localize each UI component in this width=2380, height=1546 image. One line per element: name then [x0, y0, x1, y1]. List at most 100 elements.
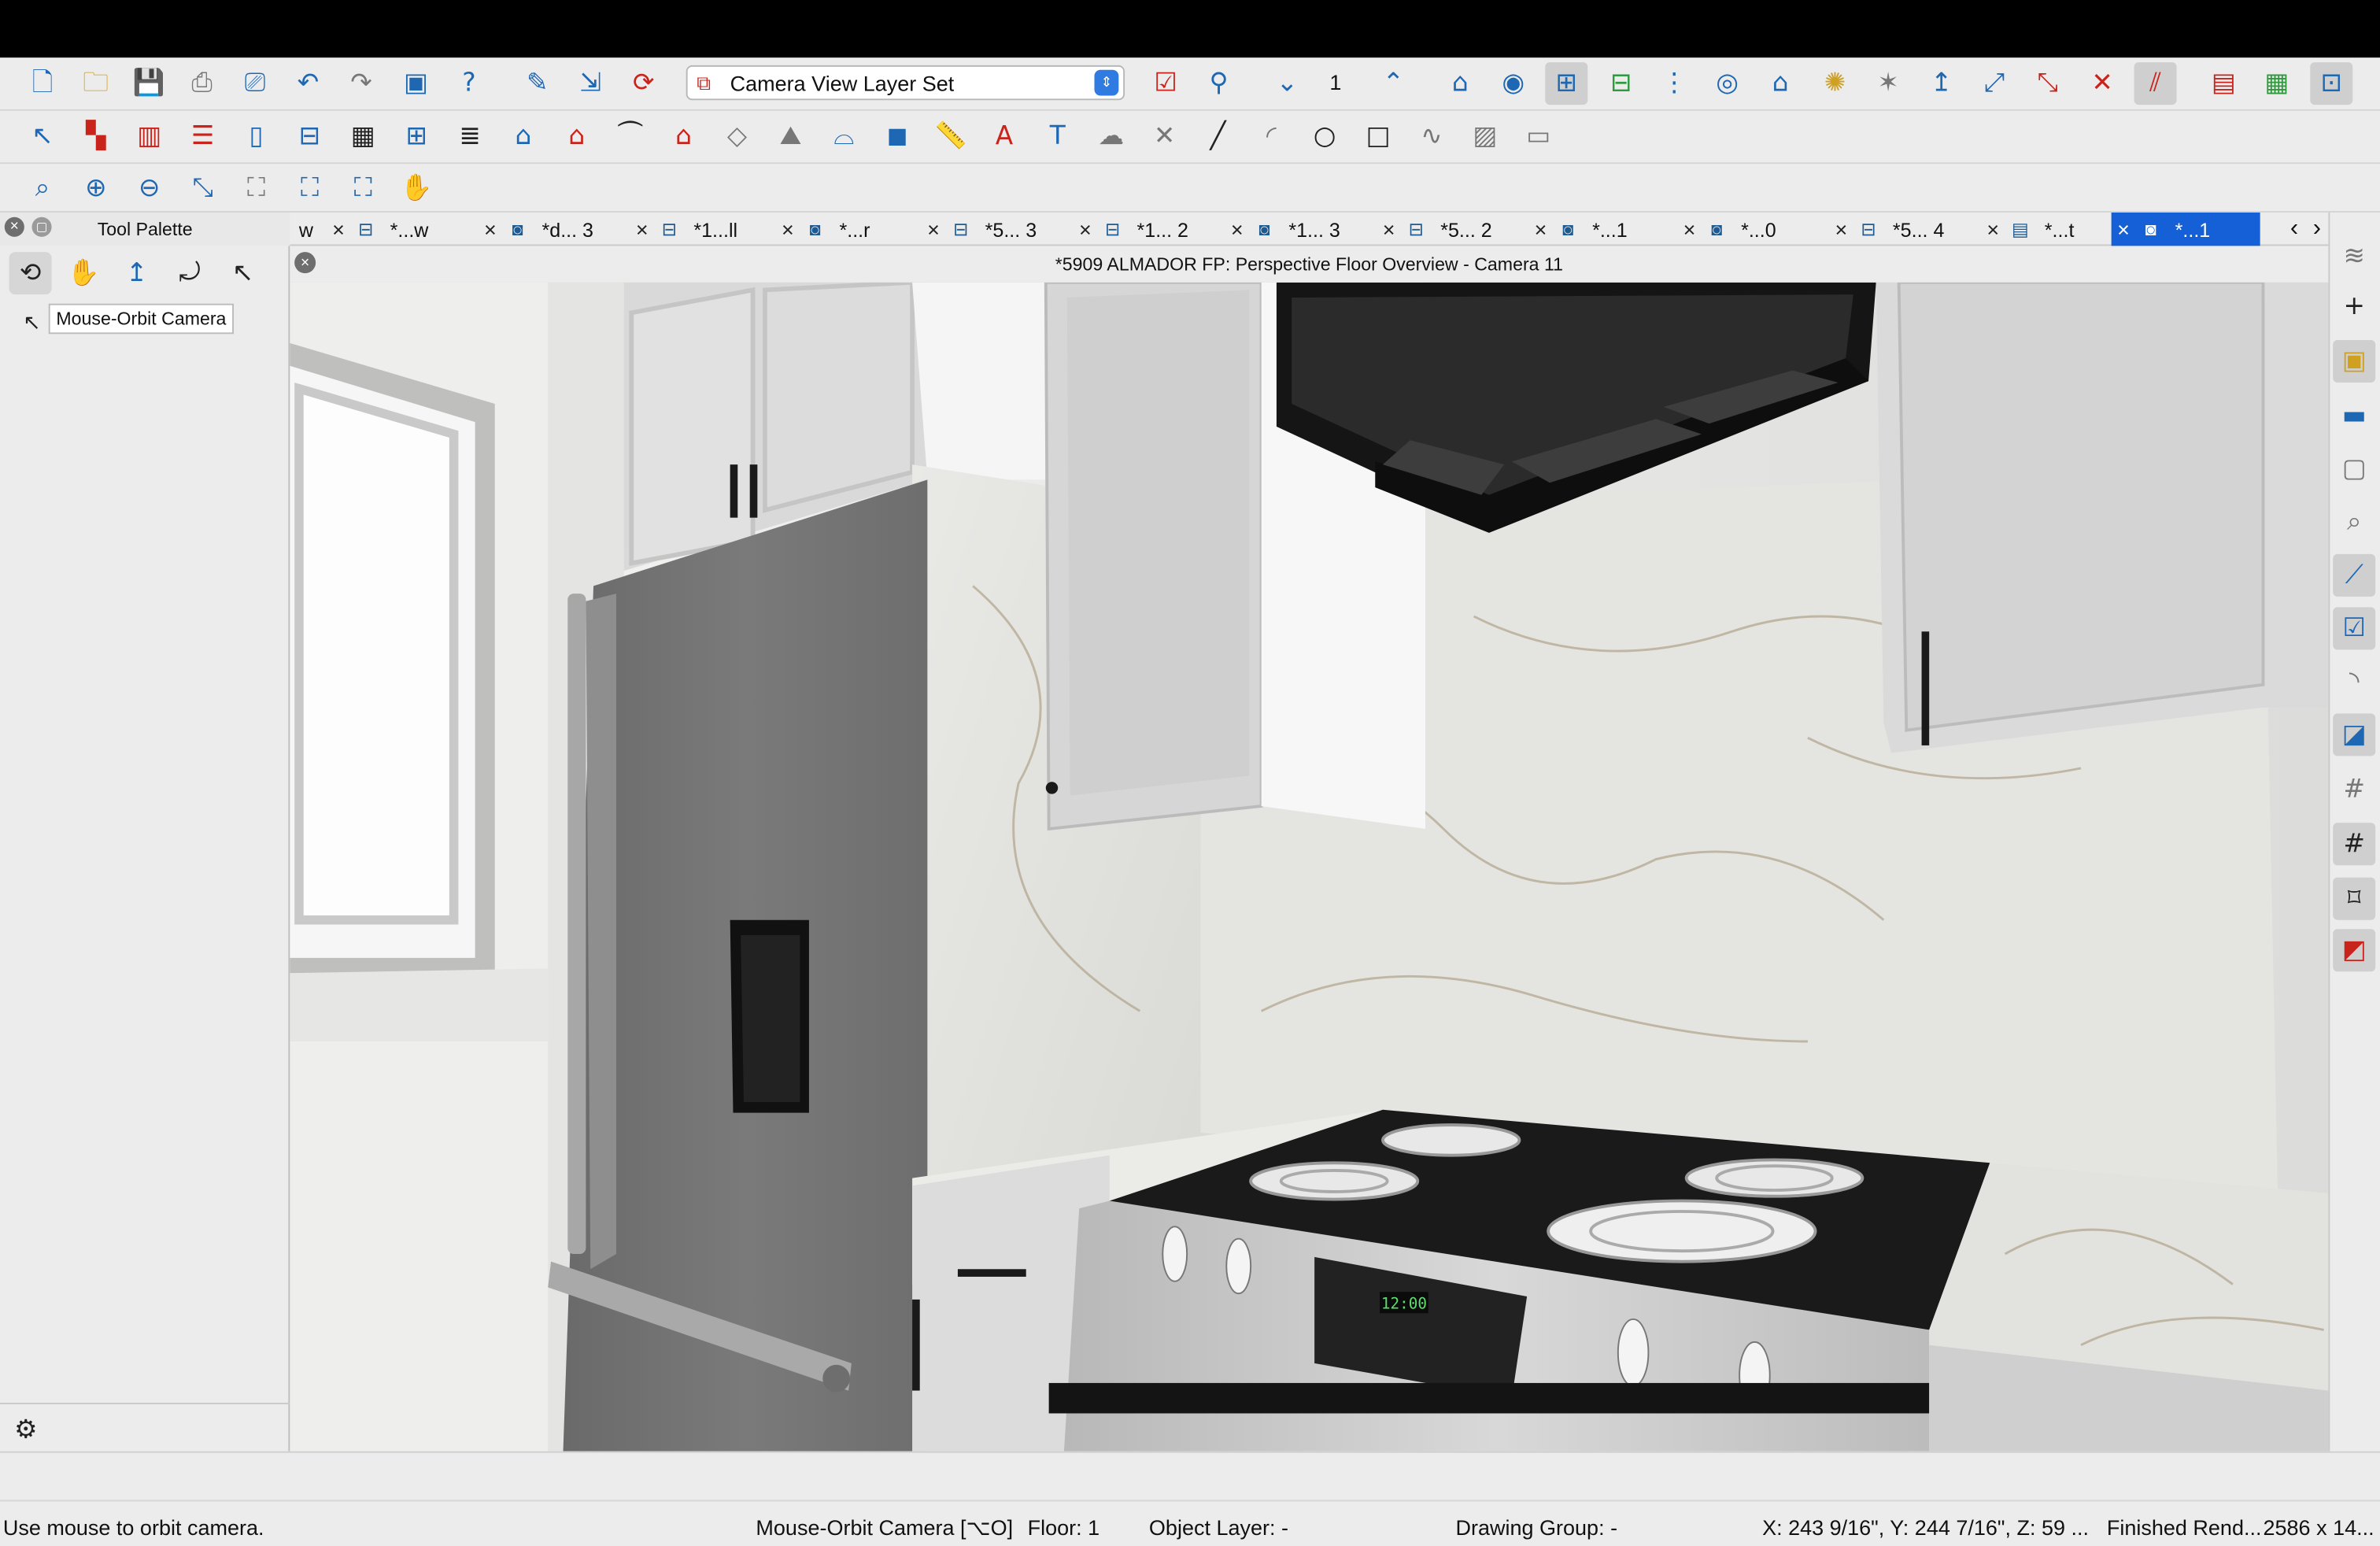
print-icon[interactable]: ⎙	[180, 62, 223, 105]
view-tab[interactable]: × ◙ *...r	[775, 213, 921, 246]
layers-icon[interactable]: ≋	[2333, 235, 2375, 278]
arc-check-icon[interactable]: ◝	[2333, 660, 2375, 703]
view-tab[interactable]: × ◙ *...1	[1528, 213, 1677, 246]
gable-icon[interactable]: ⏜	[609, 116, 652, 158]
stairs-icon[interactable]: ☰	[182, 116, 224, 158]
tab-close-icon[interactable]: ×	[1073, 217, 1097, 242]
save-icon[interactable]: 💾	[128, 62, 170, 105]
fill-window-icon[interactable]: ⛶	[235, 167, 278, 209]
rotate-camera-icon[interactable]: ↖	[222, 252, 264, 294]
edit-camera-icon[interactable]: ⤢	[1973, 62, 2016, 105]
mouse-orbit-camera-icon[interactable]: ⟲	[9, 252, 52, 294]
tab-close-icon[interactable]: ×	[1677, 217, 1702, 242]
layer-display-icon[interactable]: ☑	[1144, 62, 1187, 105]
tab-close-icon[interactable]: ×	[478, 217, 502, 242]
zoom-out-icon[interactable]: ⊖	[128, 167, 171, 209]
tab-close-icon[interactable]: ×	[922, 217, 946, 242]
select-objects-icon[interactable]: ⚲	[1198, 62, 1240, 105]
tab-close-icon[interactable]: ×	[327, 217, 351, 242]
full-overview-icon[interactable]: ⌂	[1759, 62, 1802, 105]
undo-zoom-icon[interactable]: ⤡	[182, 167, 224, 209]
layout-icon[interactable]: ▣	[394, 62, 437, 105]
walkthrough-icon[interactable]: ⋮	[1653, 62, 1695, 105]
floor-plan-icon[interactable]: ⌂	[1439, 62, 1481, 105]
dimension-icon[interactable]: 📏	[929, 116, 972, 158]
view-tab[interactable]: × ⊟ *1... 2	[1073, 213, 1225, 246]
view-tab[interactable]: × ◙ *1... 3	[1225, 213, 1377, 246]
tab-close-icon[interactable]: ×	[1981, 217, 2005, 242]
grid-icon[interactable]: #	[2333, 768, 2375, 811]
grid-check-icon[interactable]: #	[2333, 823, 2376, 866]
cabinet-icon[interactable]: ▦	[342, 116, 384, 158]
elevation-icon[interactable]: ⊟	[1600, 62, 1643, 105]
palette-close-icon[interactable]: ×	[4, 216, 24, 237]
slab-icon[interactable]: ◇	[716, 116, 759, 158]
view-tab[interactable]: × ⊟ *5... 4	[1829, 213, 1981, 246]
fixture-icon[interactable]: ⊞	[395, 116, 438, 158]
window-icon[interactable]: ⊟	[288, 116, 331, 158]
cad-block-icon[interactable]: ▭	[1517, 116, 1560, 158]
delete-camera-icon[interactable]: ✕	[2081, 62, 2123, 105]
tab-close-icon[interactable]: ×	[1225, 217, 1249, 242]
window-layout-icon[interactable]: ⊡	[2310, 62, 2353, 105]
text-check-icon[interactable]: ☑	[2333, 607, 2376, 650]
pan-icon[interactable]: ✋	[395, 167, 438, 209]
view-close-icon[interactable]: ×	[294, 252, 316, 274]
view-tab[interactable]: × ⊟ *...w	[327, 213, 479, 246]
edit-layout-icon[interactable]: ✎	[516, 62, 559, 105]
help-icon[interactable]: ?	[448, 62, 490, 105]
tab-prev-icon[interactable]: ‹	[2290, 216, 2298, 243]
tab-close-icon[interactable]: ×	[775, 217, 800, 242]
view-tab[interactable]: × ◙ *...1	[2111, 212, 2260, 246]
zoom-check-icon[interactable]: ⌕	[2333, 501, 2375, 543]
line-icon[interactable]: ╱	[1196, 116, 1239, 158]
move-camera-icon[interactable]: ↥	[1920, 62, 1963, 105]
view-tab[interactable]: × ⊟ *1...ll	[630, 213, 775, 246]
cross-section-icon[interactable]: ⊞	[1545, 62, 1588, 105]
open-folder-icon[interactable]: 🗀	[74, 62, 116, 105]
layer-set-dropdown[interactable]: ⧉ Camera View Layer Set ⇕	[686, 65, 1125, 101]
view-tab[interactable]: w	[290, 213, 326, 246]
perspective-icon[interactable]: ◎	[1706, 62, 1749, 105]
palette-minimize-icon[interactable]: ▢	[31, 216, 52, 237]
move-camera-icon[interactable]: ↥	[116, 252, 158, 294]
sun-angle-icon[interactable]: ✶	[1867, 62, 1909, 105]
wall-tools-icon[interactable]: ▚	[75, 116, 117, 158]
undo-icon[interactable]: ↶	[286, 62, 329, 105]
render-icon[interactable]: ⫽	[2134, 62, 2177, 105]
select-arrow-icon[interactable]: ↖	[21, 116, 64, 158]
camera-path-icon[interactable]: ⤡	[2027, 62, 2069, 105]
material-check-icon[interactable]: ▣	[2333, 339, 2376, 383]
cad-x-icon[interactable]: ✕	[1144, 116, 1186, 158]
wall-check-icon[interactable]: ▬	[2333, 394, 2375, 437]
tab-close-icon[interactable]: ×	[1829, 217, 1853, 242]
tab-close-icon[interactable]: ×	[2112, 217, 2136, 242]
tab-close-icon[interactable]: ×	[630, 217, 654, 242]
view-tab[interactable]: × ◙ *d... 3	[478, 213, 630, 246]
text-arrow-icon[interactable]: A	[983, 116, 1026, 158]
rectangle-icon[interactable]: □	[1357, 116, 1399, 158]
spline-icon[interactable]: ∿	[1410, 116, 1453, 158]
dimension-check-icon[interactable]: ⟋	[2333, 553, 2376, 597]
railing-icon[interactable]: ▥	[128, 116, 171, 158]
gear-icon[interactable]: ⚙	[5, 1409, 47, 1452]
add-icon[interactable]: +	[2333, 286, 2375, 328]
material-painter-icon[interactable]: ▤	[2202, 62, 2245, 105]
light-icon[interactable]: ✺	[1814, 62, 1857, 105]
fill-window-all-icon[interactable]: ⛶	[342, 167, 384, 209]
circle-icon[interactable]: ○	[1303, 116, 1346, 158]
tab-next-icon[interactable]: ›	[2313, 216, 2321, 243]
door-icon[interactable]: ▯	[235, 116, 278, 158]
arc-icon[interactable]: ◜	[1250, 116, 1292, 158]
orbit-around-icon[interactable]: ⤾	[168, 252, 211, 294]
zoom-in-icon[interactable]: ⊕	[75, 167, 117, 209]
terrain-check-icon[interactable]: ◩	[2333, 929, 2376, 972]
3d-render-viewport[interactable]: 12:00	[290, 282, 2329, 1452]
floor-icon[interactable]: ≣	[449, 116, 491, 158]
print-preview-icon[interactable]: ⎚	[234, 62, 276, 105]
up-one-floor-icon[interactable]: ⌃	[1372, 62, 1414, 105]
plant-icon[interactable]: ▦	[2256, 62, 2298, 105]
fill-window-building-icon[interactable]: ⛶	[288, 167, 331, 209]
horizontal-scroll-area[interactable]	[0, 1451, 2380, 1500]
house-icon[interactable]: ⌂	[556, 116, 598, 158]
